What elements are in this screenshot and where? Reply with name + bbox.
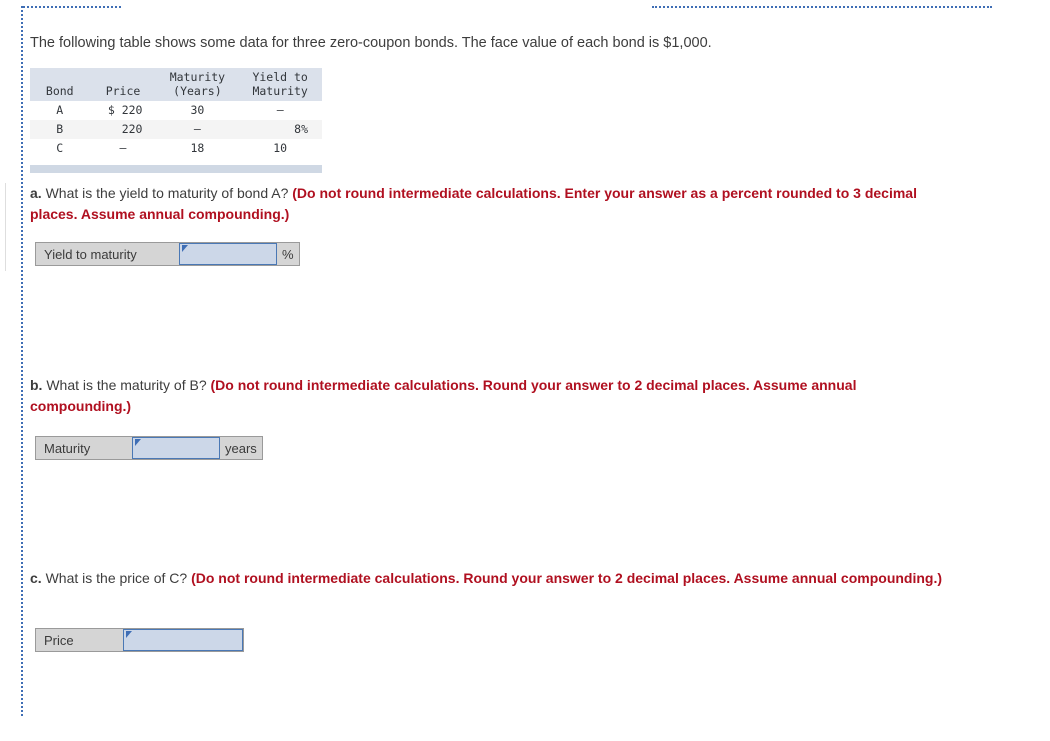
bond-data-table-wrapper: Bond Price Maturity (Years) Yield to Mat… [30,68,322,173]
cell-price: 220 [89,120,157,139]
question-a-prompt: What is the yield to maturity of bond A? [41,185,293,201]
answer-label-yield-to-maturity: Yield to maturity [36,243,179,265]
cell-ytm: 8% [238,120,322,139]
dotted-top-right-guide [652,6,992,8]
table-footer-bar [30,165,322,173]
table-row: A $ 220 30 – [30,101,322,120]
column-header-maturity: Maturity (Years) [156,68,239,101]
dotted-top-left-guide [23,6,121,8]
column-header-bond: Bond [30,68,90,101]
cell-price: $ 220 [89,101,157,120]
question-c-note: (Do not round intermediate calculations.… [191,570,943,586]
left-gutter-divider [5,183,6,271]
cell-bond: A [30,101,90,120]
cell-price: – [89,139,157,158]
question-b-prompt: What is the maturity of B? [42,377,211,393]
answer-row-price[interactable]: Price [35,628,244,652]
bond-table-head: Bond Price Maturity (Years) Yield to Mat… [30,68,322,101]
dotted-left-guide [21,6,23,716]
cell-bond: C [30,139,90,158]
question-b-label: b. [30,377,43,393]
bond-table-header-row: Bond Price Maturity (Years) Yield to Mat… [30,68,322,101]
question-c-prompt: What is the price of C? [41,570,192,586]
question-c: c. What is the price of C? (Do not round… [30,568,960,589]
cell-maturity: 18 [156,139,239,158]
question-a: a. What is the yield to maturity of bond… [30,183,960,225]
cell-maturity: – [156,120,239,139]
answer-label-price: Price [36,629,123,651]
question-a-label: a. [30,185,42,201]
answer-row-maturity[interactable]: Maturity years [35,436,263,460]
column-header-price: Price [89,68,157,101]
cell-bond: B [30,120,90,139]
question-c-label: c. [30,570,42,586]
intro-text: The following table shows some data for … [30,35,712,51]
bond-table-body: A $ 220 30 – B 220 – 8% C – 18 10 [30,101,322,158]
maturity-input[interactable] [132,437,220,459]
answer-unit-percent: % [277,243,299,265]
text-cursor-icon [135,439,141,446]
price-input[interactable] [123,629,243,651]
text-cursor-icon [126,631,132,638]
cell-ytm: – [238,101,322,120]
bond-data-table: Bond Price Maturity (Years) Yield to Mat… [30,68,322,158]
question-b: b. What is the maturity of B? (Do not ro… [30,375,960,417]
answer-row-yield-to-maturity[interactable]: Yield to maturity % [35,242,300,266]
column-header-ytm: Yield to Maturity [238,68,322,101]
table-row: C – 18 10 [30,139,322,158]
table-row: B 220 – 8% [30,120,322,139]
answer-label-maturity: Maturity [36,437,132,459]
yield-to-maturity-input[interactable] [179,243,277,265]
text-cursor-icon [182,245,188,252]
cell-maturity: 30 [156,101,239,120]
answer-unit-years: years [220,437,262,459]
cell-ytm: 10 [238,139,322,158]
